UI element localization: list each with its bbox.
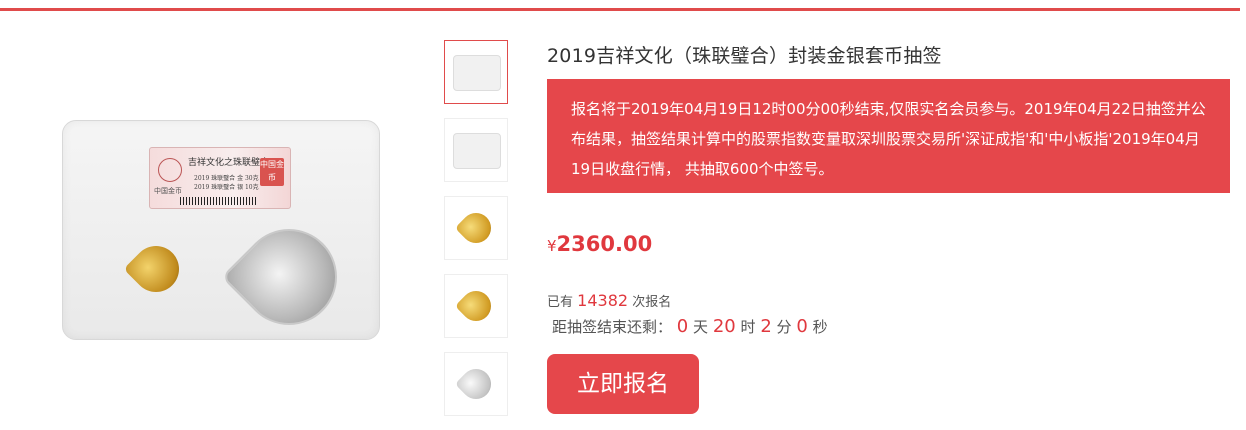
label-stamp: 中国金币 [260,158,284,186]
label-line-gold: 2019 珠联璧合 金 30克 [194,175,259,182]
top-divider [0,8,1240,11]
countdown-hours: 20 [712,316,736,337]
thumb-case-icon [453,133,501,169]
countdown-hours-unit: 时 [740,318,756,336]
gold-coin-front-icon [454,206,498,250]
signup-count: 已有 14382 次报名 [547,291,671,310]
notice-box: 报名将于2019年04月19日12时00分00秒结束,仅限实名会员参与。2019… [547,79,1230,193]
thumbnail-2[interactable] [444,118,508,182]
countdown-days-unit: 天 [693,318,709,336]
countdown-minutes: 2 [760,316,772,337]
thumbnail-3[interactable] [444,196,508,260]
product-title: 2019吉祥文化（珠联璧合）封装金银套币抽签 [547,45,942,67]
main-product-image: 吉祥文化之珠联璧合 中国金币 2019 珠联璧合 金 30克 2019 珠联璧合… [62,120,380,345]
price-value: 2360.00 [556,232,653,256]
certificate-label: 吉祥文化之珠联璧合 中国金币 2019 珠联璧合 金 30克 2019 珠联璧合… [149,147,291,209]
label-title: 吉祥文化之珠联璧合 [188,158,270,168]
thumbnail-1[interactable] [444,40,508,104]
price-symbol: ¥ [547,237,557,255]
label-line-silver: 2019 珠联璧合 银 10克 [194,184,259,191]
thumb-case-icon [453,55,501,91]
thumbnail-list [444,40,508,430]
mint-logo-icon [158,158,182,182]
gold-heart-coin-icon [123,236,189,302]
gold-coin-back-icon [454,284,498,328]
silver-coin-icon [454,362,498,406]
countdown-days: 0 [676,316,689,337]
notice-text: 报名将于2019年04月19日12时00分00秒结束,仅限实名会员参与。2019… [571,100,1206,178]
thumbnail-4[interactable] [444,274,508,338]
countdown-seconds-unit: 秒 [812,318,828,336]
signup-prefix: 已有 [547,295,574,310]
signup-number: 14382 [577,291,629,310]
signup-suffix: 次报名 [632,295,672,310]
label-lines: 2019 珠联璧合 金 30克 2019 珠联璧合 银 10克 [194,174,259,192]
thumbnail-5[interactable] [444,352,508,416]
silver-heart-coin-icon [221,209,357,345]
countdown-seconds: 0 [796,316,808,337]
countdown-label: 距抽签结束还剩： [552,318,673,336]
price: ¥2360.00 [547,232,652,256]
label-mint: 中国金币 [154,187,182,195]
barcode-icon [180,197,256,205]
register-button[interactable]: 立即报名 [547,354,699,414]
countdown-minutes-unit: 分 [776,318,792,336]
countdown: 距抽签结束还剩： 0 天 20 时 2 分 0 秒 [552,316,828,337]
